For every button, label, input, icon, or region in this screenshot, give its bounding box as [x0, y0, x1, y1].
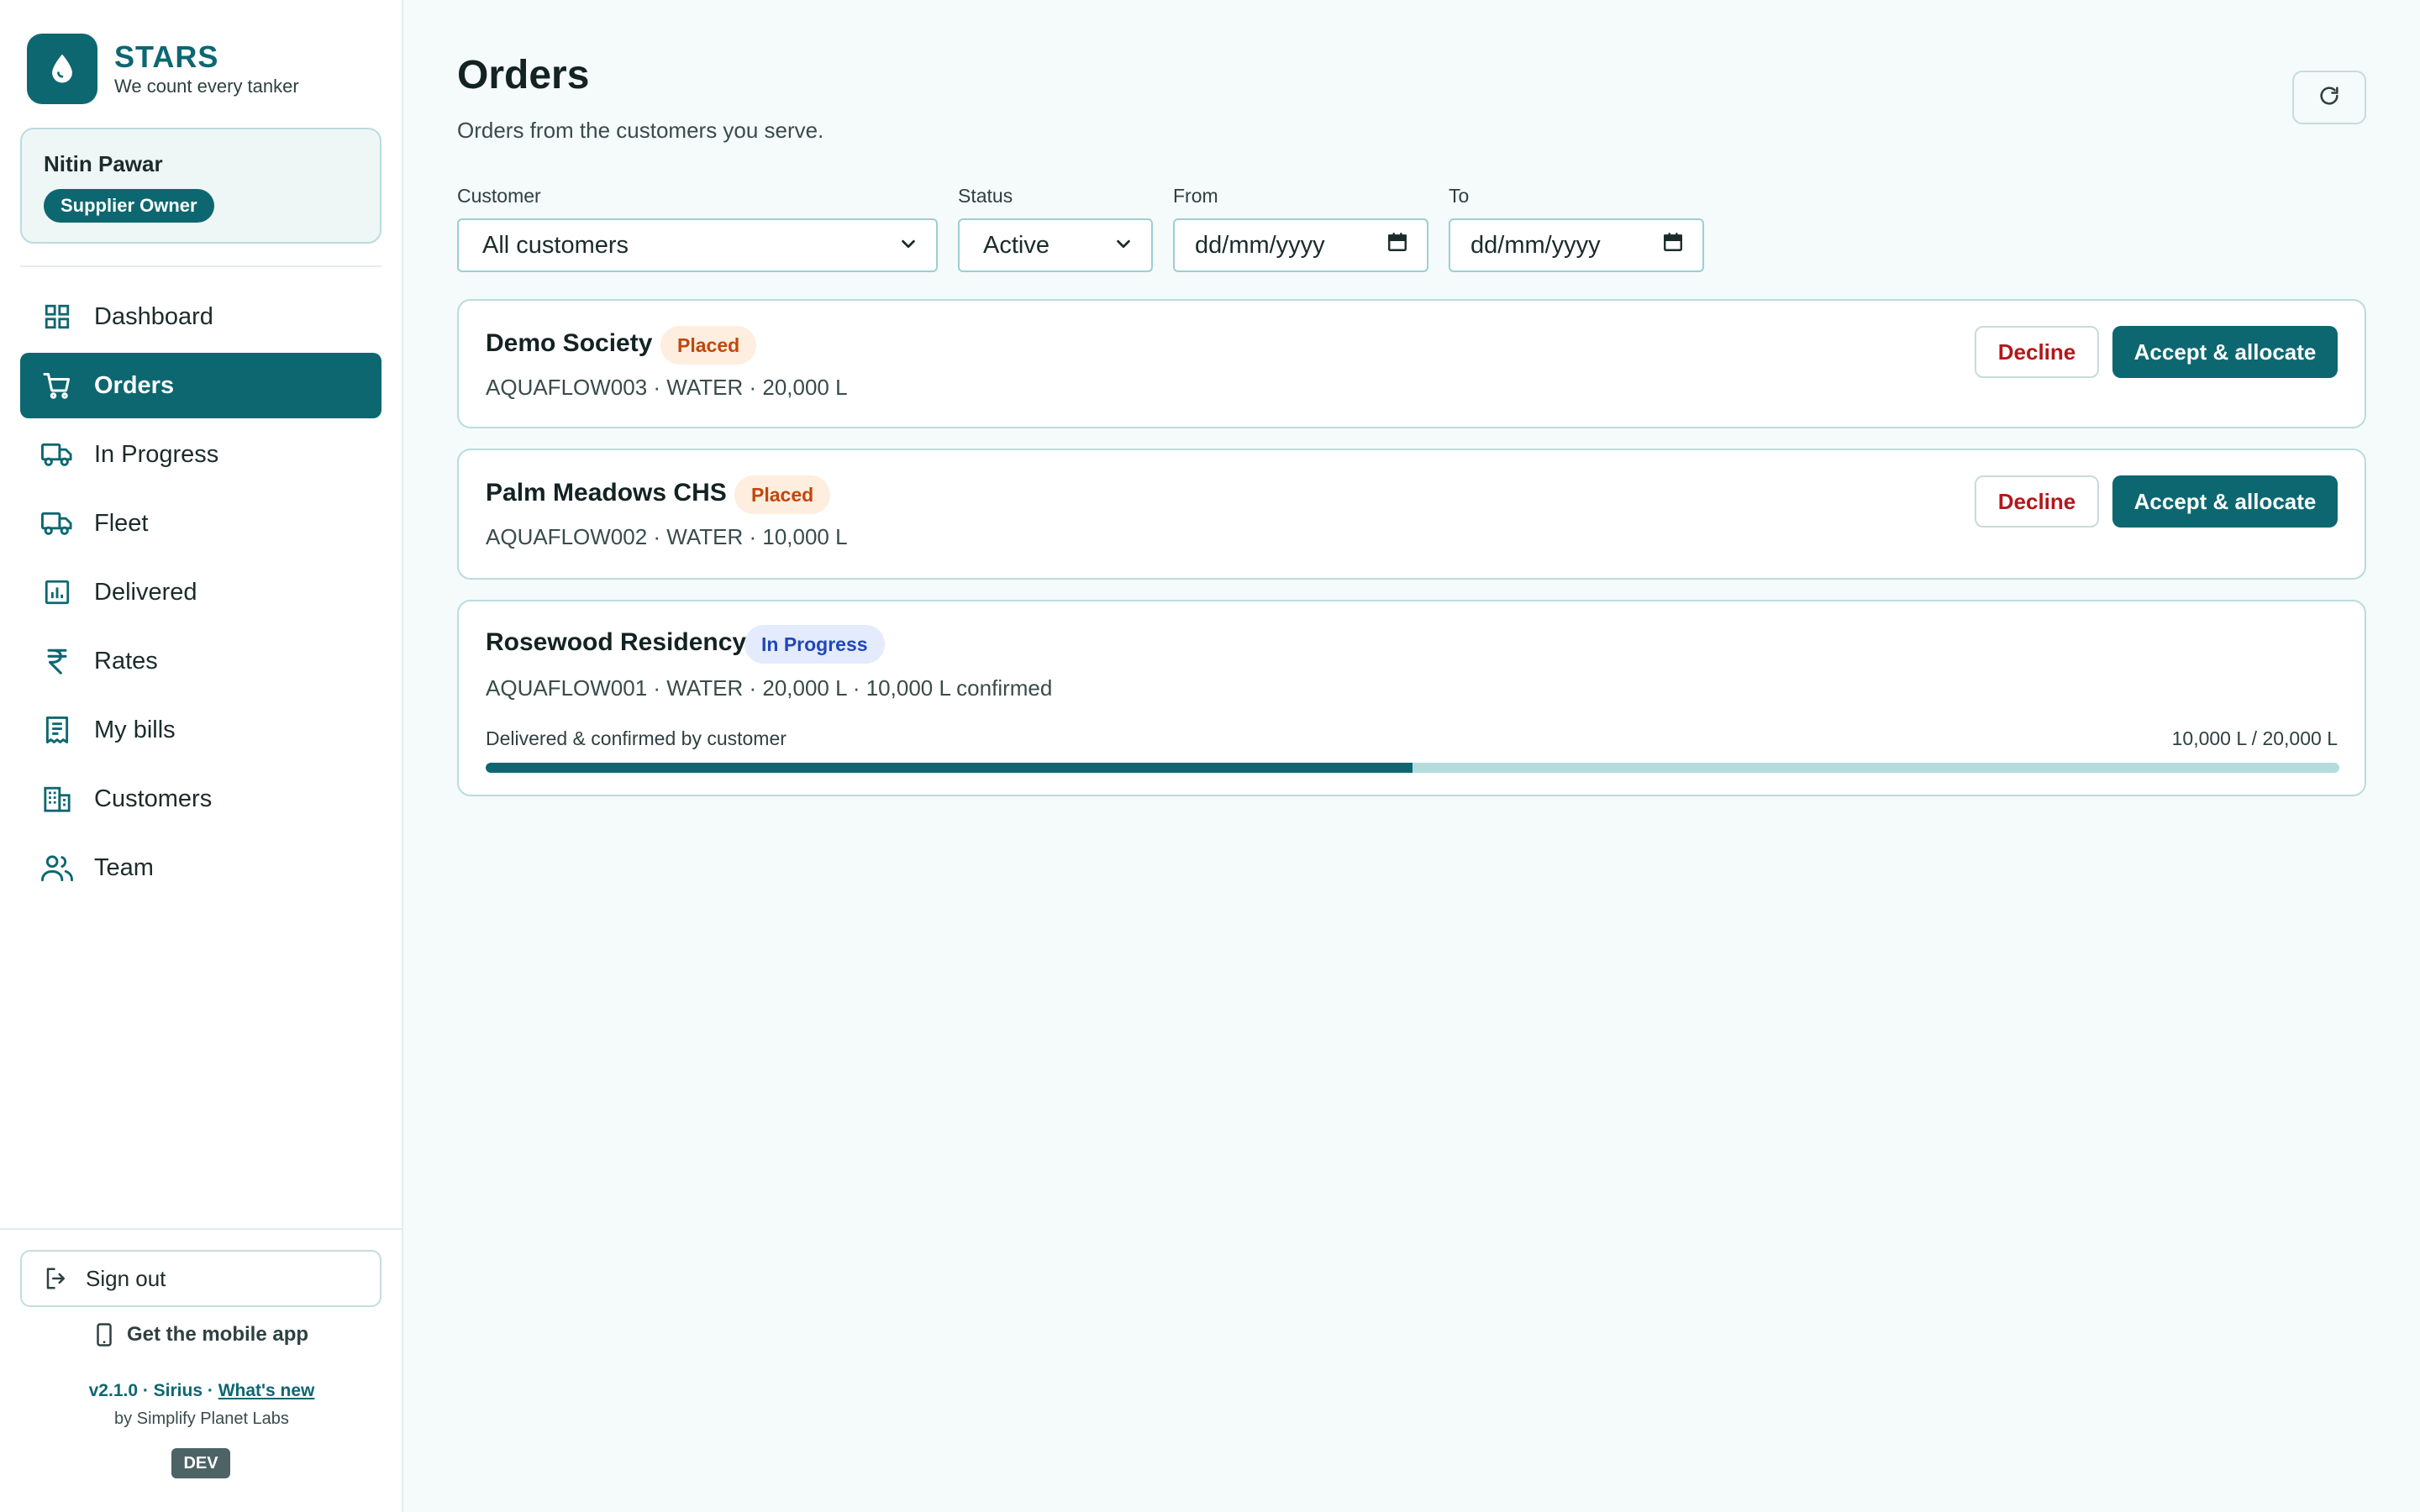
to-date-input[interactable]: dd/mm/yyyy: [1449, 218, 1704, 272]
brand-name: STARS: [114, 39, 219, 74]
from-date-value: dd/mm/yyyy: [1195, 231, 1325, 259]
version-text: v2.1.0 · Sirius ·: [88, 1381, 218, 1400]
customer-filter-label: Customer: [457, 185, 541, 207]
progress-amount: 10,000 L / 20,000 L: [2171, 727, 2338, 749]
order-customer-name: Palm Meadows CHS: [486, 479, 727, 507]
user-name: Nitin Pawar: [44, 151, 163, 176]
sidebar-item-team[interactable]: Team: [20, 835, 381, 900]
mobile-app-label: Get the mobile app: [126, 1323, 309, 1346]
order-customer-name: Demo Society: [486, 329, 653, 357]
customer-select-value: All customers: [482, 231, 629, 259]
grid-icon: [40, 300, 74, 333]
divider: [20, 265, 381, 267]
order-customer-name: Rosewood Residency: [486, 628, 747, 656]
sidebar-item-label: In Progress: [94, 440, 219, 468]
chevron-down-icon: [1114, 232, 1133, 260]
to-date-value: dd/mm/yyyy: [1470, 231, 1601, 259]
sidebar-item-label: Dashboard: [94, 302, 213, 330]
logout-icon: [44, 1266, 69, 1291]
sidebar-item-orders[interactable]: Orders: [20, 353, 381, 418]
sign-out-label: Sign out: [86, 1265, 166, 1291]
status-select[interactable]: Active: [958, 218, 1153, 272]
truck-icon: [40, 507, 74, 540]
user-card: Nitin Pawar Supplier Owner: [20, 128, 381, 244]
progress-bar: [486, 763, 2339, 773]
byline: by Simplify Planet Labs: [114, 1410, 289, 1428]
order-meta: AQUAFLOW001 · WATER · 20,000 L · 10,000 …: [486, 675, 1053, 701]
progress-bar-fill: [486, 763, 1413, 773]
customer-select[interactable]: All customers: [457, 218, 938, 272]
from-date-input[interactable]: dd/mm/yyyy: [1173, 218, 1428, 272]
divider: [0, 1228, 403, 1230]
sidebar-item-label: My bills: [94, 716, 176, 743]
whats-new-link[interactable]: What's new: [218, 1381, 315, 1400]
receipt-icon: [40, 713, 74, 747]
order-card: Rosewood Residency In Progress AQUAFLOW0…: [457, 600, 2366, 796]
status-badge: Placed: [660, 326, 757, 365]
accept-allocate-button[interactable]: Accept & allocate: [2112, 475, 2338, 528]
decline-button[interactable]: Decline: [1975, 326, 2099, 378]
cart-icon: [40, 369, 74, 402]
sidebar-item-fleet[interactable]: Fleet: [20, 491, 381, 556]
sidebar-item-label: Orders: [94, 371, 175, 399]
progress-label: Delivered & confirmed by customer: [486, 727, 786, 749]
sidebar-item-my-bills[interactable]: My bills: [20, 697, 381, 763]
from-filter-label: From: [1173, 185, 1218, 207]
status-badge: Placed: [734, 475, 831, 514]
order-meta: AQUAFLOW002 · WATER · 10,000 L: [486, 524, 848, 549]
rupee-icon: [40, 644, 74, 678]
refresh-icon: [2317, 84, 2341, 112]
sidebar-item-label: Customers: [94, 785, 213, 812]
sidebar-item-customers[interactable]: Customers: [20, 766, 381, 832]
smartphone-icon: [95, 1322, 113, 1347]
version-info: v2.1.0 · Sirius · What's new: [0, 1381, 403, 1401]
sidebar-item-label: Fleet: [94, 509, 149, 537]
calendar-icon[interactable]: [1386, 231, 1408, 260]
bar-chart-icon: [40, 575, 74, 609]
status-filter-label: Status: [958, 185, 1013, 207]
sidebar-nav: Dashboard Orders In Progress Fleet Deliv…: [20, 284, 381, 904]
role-badge: Supplier Owner: [44, 189, 214, 223]
brand[interactable]: STARS We count every tanker: [27, 34, 299, 104]
page-subtitle: Orders from the customers you serve.: [457, 118, 824, 143]
sidebar-item-dashboard[interactable]: Dashboard: [20, 284, 381, 349]
mobile-app-link[interactable]: Get the mobile app: [0, 1322, 403, 1347]
status-select-value: Active: [983, 231, 1050, 259]
order-card: Demo Society Placed AQUAFLOW003 · WATER …: [457, 299, 2366, 428]
sidebar-item-label: Team: [94, 853, 154, 881]
refresh-button[interactable]: [2292, 71, 2366, 124]
sidebar-item-label: Rates: [94, 647, 158, 675]
sidebar-item-in-progress[interactable]: In Progress: [20, 422, 381, 487]
sidebar-item-rates[interactable]: Rates: [20, 628, 381, 694]
sidebar: STARS We count every tanker Nitin Pawar …: [0, 0, 403, 1512]
order-meta: AQUAFLOW003 · WATER · 20,000 L: [486, 375, 848, 400]
env-badge: DEV: [171, 1448, 230, 1478]
sidebar-item-delivered[interactable]: Delivered: [20, 559, 381, 625]
calendar-icon[interactable]: [1662, 231, 1684, 260]
water-drop-icon: [27, 34, 97, 104]
users-icon: [40, 851, 74, 885]
order-card: Palm Meadows CHS Placed AQUAFLOW002 · WA…: [457, 449, 2366, 580]
status-badge: In Progress: [744, 625, 885, 664]
page-title: Orders: [457, 53, 590, 97]
brand-tagline: We count every tanker: [114, 76, 299, 97]
truck-icon: [40, 438, 74, 471]
sidebar-item-label: Delivered: [94, 578, 197, 606]
building-icon: [40, 782, 74, 816]
to-filter-label: To: [1449, 185, 1470, 207]
accept-allocate-button[interactable]: Accept & allocate: [2112, 326, 2338, 378]
chevron-down-icon: [899, 232, 918, 260]
sign-out-button[interactable]: Sign out: [20, 1250, 381, 1307]
decline-button[interactable]: Decline: [1975, 475, 2099, 528]
